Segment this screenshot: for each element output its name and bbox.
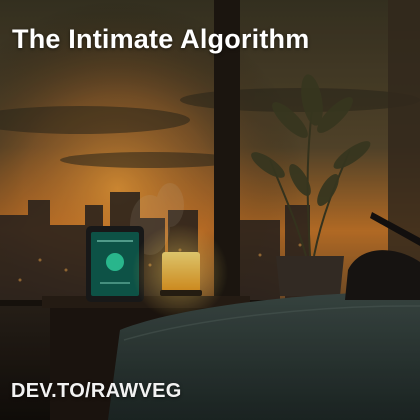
source-url: DEV.TO/RAWVEG <box>11 380 182 402</box>
headline-title: The Intimate Algorithm <box>12 24 310 54</box>
bedroom-illustration <box>0 0 420 420</box>
bedroom-scene: The Intimate Algorithm DEV.TO/RAWVEG <box>0 0 420 420</box>
